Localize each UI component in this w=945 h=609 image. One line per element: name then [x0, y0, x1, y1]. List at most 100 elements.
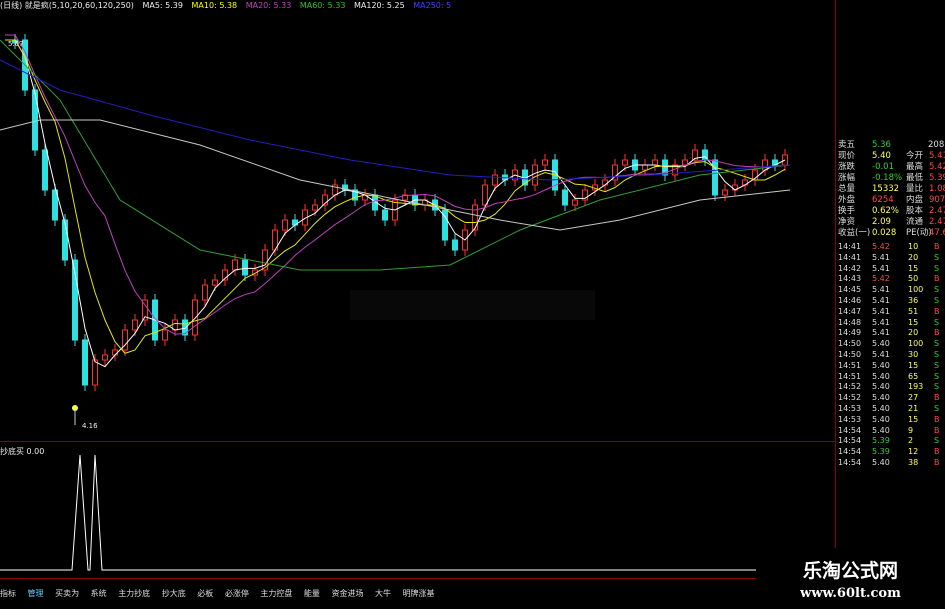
- quote-label: 最低: [906, 173, 924, 183]
- quote-value: 15332: [872, 184, 900, 194]
- tab-item[interactable]: 指标: [0, 589, 16, 598]
- indicator-label: 抄底买 0.00: [0, 447, 45, 456]
- candle-body: [92, 359, 98, 386]
- tick-time: 14:50: [838, 339, 862, 349]
- tick-side: S: [934, 382, 940, 392]
- legend-ma60: MA60: 5.33: [299, 1, 346, 10]
- legend-ma120: MA120: 5.25: [354, 1, 405, 10]
- tick-row: 14:54 5.39 2 S: [836, 436, 945, 447]
- tick-price: 5.40: [872, 457, 890, 467]
- quote-label: 内盘: [906, 195, 924, 205]
- tab-item[interactable]: 买卖为: [55, 589, 79, 598]
- chart-divider: [0, 441, 835, 442]
- tab-item[interactable]: 抄大底: [162, 589, 186, 598]
- indicator-chart[interactable]: [0, 445, 800, 573]
- tick-vol: 51: [908, 306, 919, 316]
- quote-value: 2.47亿: [929, 206, 945, 216]
- tick-side: B: [934, 328, 940, 338]
- legend-title: (日线) 就是疯(5,10,20,60,120,250): [0, 1, 134, 10]
- tick-price: 5.41: [872, 306, 890, 316]
- tick-vol: 9: [908, 425, 914, 435]
- tick-vol: 10: [908, 242, 919, 251]
- quote-value: 5.39: [929, 173, 945, 183]
- tab-item[interactable]: 资金进场: [331, 589, 363, 598]
- candle-body: [712, 159, 718, 196]
- quote-row: 总量 15332 量比 1.08: [836, 184, 945, 195]
- tick-vol: 12: [908, 447, 919, 457]
- candle-body: [452, 239, 458, 251]
- tab-item[interactable]: 主力抄底: [118, 589, 150, 598]
- tick-row: 14:53 5.40 15 B: [836, 415, 945, 426]
- candle-body: [212, 279, 218, 286]
- candle-body: [242, 259, 248, 276]
- candle-body: [532, 164, 538, 186]
- quote-extra: 208: [928, 140, 945, 150]
- quote-label: 量比: [906, 184, 924, 194]
- candle-body: [562, 189, 568, 206]
- tick-vol: 50: [908, 274, 919, 284]
- tick-price: 5.40: [872, 360, 890, 370]
- candle-body: [622, 159, 628, 166]
- quote-label: 换手: [838, 206, 856, 216]
- tick-row: 14:53 5.40 21 S: [836, 404, 945, 415]
- tick-price: 5.39: [872, 436, 890, 446]
- candle-body: [542, 159, 548, 166]
- tick-time: 14:47: [838, 306, 862, 316]
- quote-row: 净资 2.09 流通 2.47亿: [836, 217, 945, 228]
- quote-value: 1.08: [929, 184, 945, 194]
- quote-label: 卖五: [838, 140, 856, 150]
- tick-price: 5.42: [872, 274, 890, 284]
- tick-vol: 15: [908, 317, 919, 327]
- tick-side: S: [934, 339, 940, 349]
- tick-price: 5.41: [872, 263, 890, 273]
- candle-body: [642, 164, 648, 171]
- candle-body: [762, 159, 768, 171]
- tick-row: 14:51 5.40 15 S: [836, 361, 945, 372]
- tick-price: 5.42: [872, 242, 890, 251]
- quote-row: 涨跌 -0.01 最高 5.42: [836, 162, 945, 173]
- quote-label: 净资: [838, 217, 856, 227]
- tick-price: 5.41: [872, 252, 890, 262]
- tick-price: 5.40: [872, 382, 890, 392]
- tab-item[interactable]: 大牛: [375, 589, 391, 598]
- tick-time: 14:53: [838, 403, 862, 413]
- tick-price: 5.39: [872, 447, 890, 457]
- quote-value: 6254: [872, 195, 894, 205]
- tab-item[interactable]: 主力控盘: [260, 589, 292, 598]
- tick-row: 14:54 5.39 12 B: [836, 447, 945, 458]
- bottom-divider: [0, 578, 835, 579]
- quote-row: 现价 5.40 今开 5.41: [836, 151, 945, 162]
- tick-list[interactable]: 14:41 5.42 10 B 14:41 5.41 20 S 14:42 5.41 15 S 14:4…: [836, 242, 945, 469]
- tab-item[interactable]: 必板: [197, 589, 213, 598]
- tab-item[interactable]: 能量: [304, 589, 320, 598]
- tick-vol: 38: [908, 457, 919, 467]
- candle-body: [82, 339, 88, 386]
- tab-item[interactable]: 必涨停: [225, 589, 249, 598]
- quote-value: 2.09: [872, 217, 891, 227]
- tick-vol: 15: [908, 263, 919, 273]
- tick-price: 5.40: [872, 425, 890, 435]
- candle-body: [162, 329, 168, 341]
- tab-item[interactable]: 明牌涨基: [403, 589, 435, 598]
- tab-item[interactable]: 管理: [28, 589, 44, 598]
- tick-time: 14:51: [838, 371, 862, 381]
- tick-side: B: [934, 425, 940, 435]
- tick-row: 14:47 5.41 51 B: [836, 307, 945, 318]
- tick-time: 14:54: [838, 425, 862, 435]
- legend-ma10: MA10: 5.38: [191, 1, 238, 10]
- tick-price: 5.41: [872, 295, 890, 305]
- tick-time: 14:54: [838, 436, 862, 446]
- tick-side: S: [934, 252, 940, 262]
- tick-price: 5.40: [872, 393, 890, 403]
- tab-item[interactable]: 系统: [91, 589, 107, 598]
- tick-row: 14:50 5.40 100 S: [836, 339, 945, 350]
- indicator-tab-bar: 指标 管理 买卖为 系统 主力抄底 抄大底 必板 必涨停 主力控盘 能量 资金进…: [0, 588, 444, 600]
- quote-value: 0.62%: [872, 206, 900, 216]
- tick-price: 5.40: [872, 371, 890, 381]
- tick-row: 14:46 5.41 36 S: [836, 296, 945, 307]
- price-high-label: 5.07: [8, 40, 24, 48]
- quote-value: 9078: [929, 195, 945, 205]
- tick-time: 14:48: [838, 317, 862, 327]
- site-watermark: 乐淘公式网 www.60lt.com: [756, 548, 945, 609]
- quote-label: 涨跌: [838, 162, 856, 172]
